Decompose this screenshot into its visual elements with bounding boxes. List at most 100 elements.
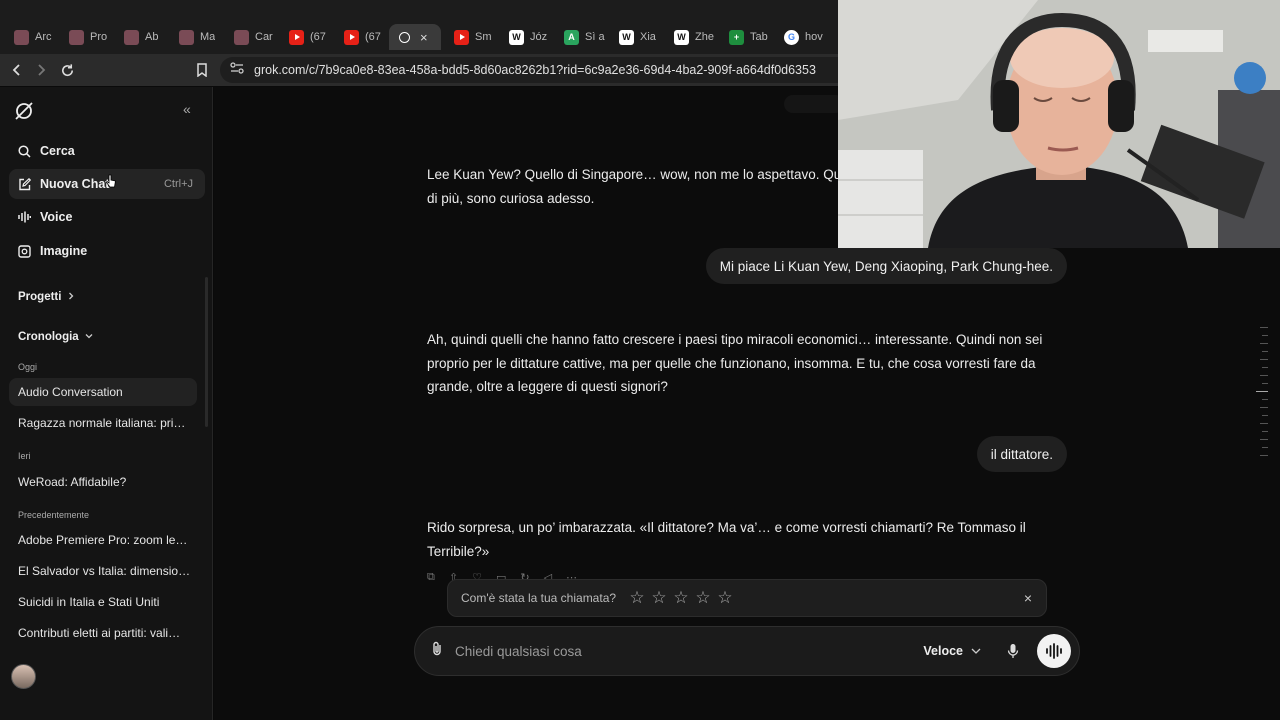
chevron-right-icon xyxy=(67,291,75,303)
voice-mode-button[interactable] xyxy=(1037,634,1071,668)
history-item[interactable]: WeRoad: Affidabile? xyxy=(9,468,197,496)
microphone-icon[interactable] xyxy=(1003,643,1023,659)
group-label-yesterday: Ieri xyxy=(18,451,31,461)
yt-favicon-icon xyxy=(289,29,304,45)
pink-favicon-icon xyxy=(14,29,29,45)
tab-title: Pro xyxy=(90,31,108,43)
star-icon[interactable]: ☆ xyxy=(716,588,734,608)
browser-tab[interactable]: Ab xyxy=(114,24,169,50)
tab-title: Arc xyxy=(35,31,52,43)
collapse-sidebar-icon[interactable]: « xyxy=(183,101,191,117)
voice-button[interactable]: Voice xyxy=(9,202,205,232)
green-favicon-icon: A xyxy=(564,29,579,45)
browser-tab[interactable]: Arc xyxy=(4,24,59,50)
tab-title: Ab xyxy=(145,31,159,43)
sidebar-scrollbar[interactable] xyxy=(205,277,208,427)
model-label: Veloce xyxy=(923,644,963,658)
tab-title: Zhe xyxy=(695,31,714,43)
search-label: Cerca xyxy=(40,144,75,158)
tab-title: Car xyxy=(255,31,273,43)
screen: Arc Pro Ab Ma Car (67 (67 × Sm W Józ A Sì a W Xia W Zhe +… xyxy=(0,0,1280,720)
history-item[interactable]: Audio Conversation xyxy=(9,378,197,406)
call-rating-banner: Com'è stata la tua chiamata? ☆ ☆ ☆ ☆ ☆ × xyxy=(447,579,1047,617)
close-tab-icon[interactable]: × xyxy=(420,30,428,45)
search-button[interactable]: Cerca xyxy=(9,136,205,166)
browser-tab[interactable]: + Tab xyxy=(719,24,774,50)
projects-section[interactable]: Progetti xyxy=(18,291,75,303)
history-label: Cronologia xyxy=(18,331,79,343)
rating-stars: ☆ ☆ ☆ ☆ ☆ xyxy=(628,588,734,608)
assistant-message: Rido sorpresa, un po’ imbarazzata. «Il d… xyxy=(427,520,1026,559)
image-icon xyxy=(17,244,31,258)
imagine-button[interactable]: Imagine xyxy=(9,236,205,266)
model-selector[interactable]: Veloce xyxy=(923,644,981,658)
copy-icon[interactable]: ⧉ xyxy=(427,571,435,584)
reload-icon[interactable] xyxy=(55,58,79,82)
tab-title: Tab xyxy=(750,31,768,43)
composer: Veloce xyxy=(414,626,1080,676)
star-icon[interactable]: ☆ xyxy=(672,588,690,608)
forward-icon[interactable] xyxy=(29,58,53,82)
wiki-favicon-icon: W xyxy=(509,29,524,45)
sheet-favicon-icon: + xyxy=(729,29,744,45)
pink-favicon-icon xyxy=(69,29,84,45)
tab-title: (67 xyxy=(310,31,326,43)
new-chat-icon xyxy=(17,177,31,191)
star-icon[interactable]: ☆ xyxy=(694,588,712,608)
tab-title: hov xyxy=(805,31,823,43)
browser-tab[interactable]: A Sì a xyxy=(554,24,609,50)
tab-title: Ma xyxy=(200,31,216,43)
browser-tab[interactable]: (67 xyxy=(279,24,334,50)
star-icon[interactable]: ☆ xyxy=(650,588,668,608)
rating-prompt: Com'è stata la tua chiamata? xyxy=(461,591,617,605)
back-icon[interactable] xyxy=(5,58,29,82)
grok-logo-icon[interactable] xyxy=(14,101,34,121)
tab-title: Xia xyxy=(640,31,656,43)
tab-title: (67 xyxy=(365,31,381,43)
browser-tab[interactable]: (67 xyxy=(334,24,389,50)
browser-tab[interactable]: W Józ xyxy=(499,24,554,50)
new-chat-label: Nuova Chat xyxy=(40,177,110,191)
browser-tab[interactable]: W Xia xyxy=(609,24,664,50)
browser-tab[interactable]: Car xyxy=(224,24,279,50)
yt-favicon-icon xyxy=(344,29,359,45)
voice-icon xyxy=(17,210,31,224)
site-info-icon[interactable] xyxy=(230,61,244,79)
bookmark-icon[interactable] xyxy=(190,58,214,82)
history-item[interactable]: Contributi eletti ai partiti: vali… xyxy=(9,619,197,647)
browser-tab-active[interactable]: × xyxy=(389,24,441,50)
pink-favicon-icon xyxy=(234,29,249,45)
history-item[interactable]: Adobe Premiere Pro: zoom le… xyxy=(9,526,197,554)
new-chat-shortcut: Ctrl+J xyxy=(163,178,193,190)
browser-tab[interactable]: Ma xyxy=(169,24,224,50)
browser-tab[interactable]: Pro xyxy=(59,24,114,50)
history-item[interactable]: Ragazza normale italiana: pri… xyxy=(9,409,197,437)
projects-label: Progetti xyxy=(18,291,62,303)
wiki-favicon-icon: W xyxy=(619,29,634,45)
chevron-down-icon xyxy=(85,331,93,343)
browser-tab[interactable]: Ghov xyxy=(774,24,829,50)
yt-favicon-icon xyxy=(454,29,469,45)
user-message-bubble: Mi piace Li Kuan Yew, Deng Xiaoping, Par… xyxy=(705,248,1067,284)
history-section[interactable]: Cronologia xyxy=(18,331,93,343)
history-item[interactable]: El Salvador vs Italia: dimensio… xyxy=(9,557,197,585)
search-icon xyxy=(17,144,31,158)
assistant-message: Ah, quindi quelli che hanno fatto cresce… xyxy=(427,332,1043,394)
chat-input[interactable] xyxy=(455,643,895,659)
close-icon[interactable]: × xyxy=(1024,590,1032,606)
conversation-minimap[interactable] xyxy=(1256,327,1268,456)
wiki-favicon-icon: W xyxy=(674,29,689,45)
avatar[interactable] xyxy=(11,664,36,689)
browser-tab[interactable]: W Zhe xyxy=(664,24,719,50)
history-item[interactable]: Suicidi in Italia e Stati Uniti xyxy=(9,588,197,616)
tab-title: Sm xyxy=(475,31,492,43)
star-icon[interactable]: ☆ xyxy=(628,588,646,608)
pink-favicon-icon xyxy=(124,29,139,45)
tab-title: Sì a xyxy=(585,31,605,43)
grok-favicon-icon xyxy=(399,31,410,43)
address-bar[interactable]: grok.com/c/7b9ca0e8-83ea-458a-bdd5-8d60a… xyxy=(220,57,860,83)
mouse-cursor-icon xyxy=(106,174,116,188)
group-label-today: Oggi xyxy=(18,362,38,372)
attach-icon[interactable] xyxy=(431,641,443,661)
browser-tab[interactable]: Sm xyxy=(444,24,499,50)
